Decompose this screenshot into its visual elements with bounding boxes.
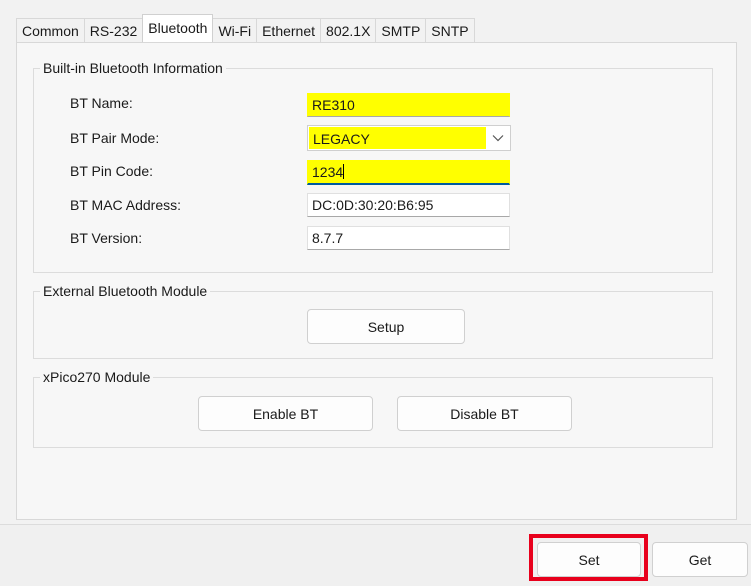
xpico270-group: xPico270 Module: [33, 369, 713, 448]
bt-version-field[interactable]: 8.7.7: [307, 226, 510, 250]
tab-ethernet[interactable]: Ethernet: [256, 18, 322, 42]
setup-button[interactable]: Setup: [307, 309, 465, 344]
tab-strip: Common RS-232 Bluetooth Wi-Fi Ethernet 8…: [16, 14, 475, 42]
enable-bt-button[interactable]: Enable BT: [198, 396, 373, 431]
disable-bt-button[interactable]: Disable BT: [397, 396, 572, 431]
tab-rs232[interactable]: RS-232: [83, 18, 144, 42]
tab-wifi[interactable]: Wi-Fi: [212, 18, 258, 42]
bt-version-label: BT Version:: [70, 230, 143, 246]
tab-8021x[interactable]: 802.1X: [320, 18, 377, 42]
bt-name-label: BT Name:: [70, 95, 133, 111]
xpico270-title: xPico270 Module: [43, 369, 151, 385]
external-bluetooth-title: External Bluetooth Module: [43, 283, 208, 299]
bt-pin-code-label: BT Pin Code:: [70, 163, 154, 179]
bt-name-input[interactable]: RE310: [307, 93, 510, 117]
bt-pair-mode-value: LEGACY: [309, 127, 486, 149]
tab-smtp[interactable]: SMTP: [375, 18, 427, 42]
bt-pin-code-input[interactable]: 1234: [307, 160, 510, 185]
set-button-highlight: [529, 534, 648, 581]
tab-sntp[interactable]: SNTP: [425, 18, 475, 42]
bt-mac-address-label: BT MAC Address:: [70, 197, 182, 213]
chevron-down-icon[interactable]: [486, 126, 510, 150]
builtin-bluetooth-title: Built-in Bluetooth Information: [43, 60, 223, 76]
bt-pair-mode-select[interactable]: LEGACY: [307, 125, 511, 151]
bluetooth-tab-panel: Built-in Bluetooth Information BT Name: …: [16, 42, 737, 520]
get-button[interactable]: Get: [652, 542, 748, 577]
tab-bluetooth[interactable]: Bluetooth: [142, 14, 214, 42]
text-caret: [343, 164, 345, 179]
bt-mac-address-field[interactable]: DC:0D:30:20:B6:95: [307, 193, 510, 217]
tab-common[interactable]: Common: [16, 18, 85, 42]
bt-pin-code-value: 1234: [312, 164, 344, 180]
bt-pair-mode-label: BT Pair Mode:: [70, 130, 160, 146]
